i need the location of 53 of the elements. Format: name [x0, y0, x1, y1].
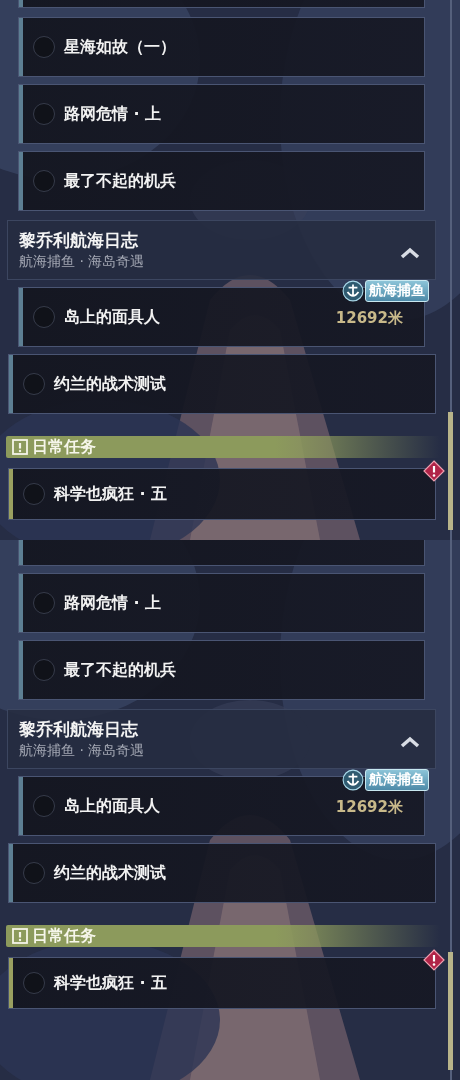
quest-card[interactable]: 约兰的战术测试: [8, 843, 436, 903]
group-title: 黎乔利航海日志: [19, 718, 139, 741]
quest-group-header[interactable]: 黎乔利航海日志 航海捕鱼 · 海岛奇遇: [7, 220, 436, 280]
quest-card[interactable]: 星海如故（一）: [18, 17, 425, 77]
quest-title: 约兰的战术测试: [54, 373, 166, 395]
group-title: 黎乔利航海日志: [19, 229, 139, 252]
track-circle-icon[interactable]: [33, 36, 55, 58]
exclamation-icon: [12, 439, 28, 455]
activity-tag: 航海捕鱼: [365, 769, 429, 791]
scrollbar-thumb[interactable]: [448, 412, 453, 530]
quest-title: 科学也疯狂 · 五: [54, 483, 168, 505]
alert-icon: [423, 949, 445, 971]
chevron-up-icon[interactable]: [400, 247, 420, 259]
exclamation-icon: [12, 928, 28, 944]
quest-card[interactable]: 路网危情 · 上: [18, 573, 425, 633]
track-circle-icon[interactable]: [23, 483, 45, 505]
quest-title: 岛上的面具人: [64, 795, 160, 817]
track-circle-icon[interactable]: [33, 306, 55, 328]
anchor-icon: [342, 280, 364, 302]
track-circle-icon[interactable]: [33, 659, 55, 681]
chevron-up-icon[interactable]: [400, 736, 420, 748]
quest-card[interactable]: 路网危情 · 上: [18, 84, 425, 144]
scrollbar-thumb[interactable]: [448, 952, 453, 1070]
group-subtitle: 航海捕鱼 · 海岛奇遇: [19, 253, 146, 271]
quest-title: 路网危情 · 上: [64, 103, 162, 125]
quest-card[interactable]: 约兰的战术测试: [8, 354, 436, 414]
quest-card[interactable]: 科学也疯狂 · 五: [8, 957, 436, 1009]
track-circle-icon[interactable]: [33, 170, 55, 192]
section-title: 日常任务: [32, 436, 96, 458]
quest-group-header[interactable]: 黎乔利航海日志 航海捕鱼 · 海岛奇遇: [7, 709, 436, 769]
track-circle-icon[interactable]: [33, 592, 55, 614]
quest-title: 约兰的战术测试: [54, 862, 166, 884]
quest-card[interactable]: 最了不起的机兵: [18, 640, 425, 700]
track-circle-icon[interactable]: [33, 103, 55, 125]
quest-title: 最了不起的机兵: [64, 170, 176, 192]
quest-card[interactable]: 最了不起的机兵: [18, 151, 425, 211]
track-circle-icon[interactable]: [23, 862, 45, 884]
activity-tag: 航海捕鱼: [365, 280, 429, 302]
anchor-icon: [342, 769, 364, 791]
track-circle-icon[interactable]: [23, 373, 45, 395]
quest-title: 岛上的面具人: [64, 306, 160, 328]
group-subtitle: 航海捕鱼 · 海岛奇遇: [19, 742, 146, 760]
distance-label: 12692米: [335, 309, 403, 328]
track-circle-icon[interactable]: [33, 795, 55, 817]
distance-label: 12692米: [335, 798, 403, 817]
quest-title: 最了不起的机兵: [64, 659, 176, 681]
alert-icon: [423, 460, 445, 482]
quest-card[interactable]: 科学也疯狂 · 五: [8, 468, 436, 520]
quest-title: 路网危情 · 上: [64, 592, 162, 614]
quest-title: 科学也疯狂 · 五: [54, 972, 168, 994]
track-circle-icon[interactable]: [23, 972, 45, 994]
section-title: 日常任务: [32, 925, 96, 947]
quest-title: 星海如故（一）: [64, 36, 176, 58]
